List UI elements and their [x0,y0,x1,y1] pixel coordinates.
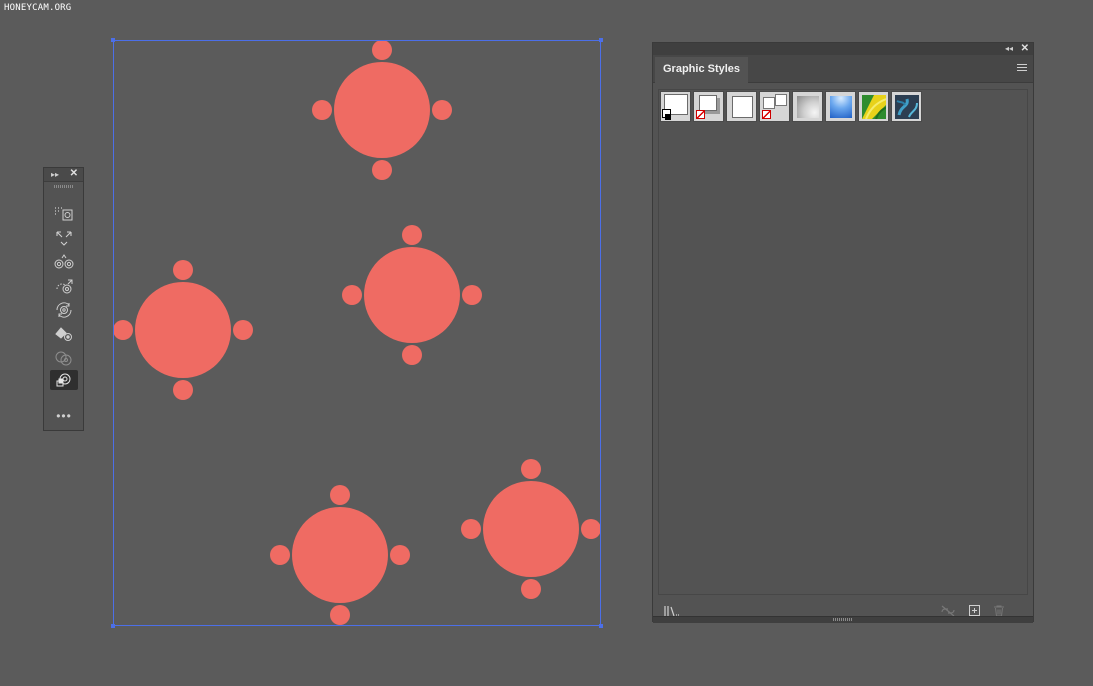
green-texture-style-swatch[interactable] [858,91,889,122]
panel-menu-icon[interactable] [1017,64,1027,72]
tab-graphic-styles[interactable]: Graphic Styles [655,57,749,83]
panel-tab-row: Graphic Styles [653,55,1033,83]
blue-gradient-style-swatch[interactable] [825,91,856,122]
collapse-panel-icon[interactable]: ▸▸ [51,169,59,180]
selection-handle-top-left[interactable] [111,38,115,42]
watermark-text: HONEYCAM.ORG [4,3,72,13]
selection-handle-bottom-right[interactable] [599,624,603,628]
graphic-styles-panel: ◂◂ ✕ Graphic Styles [652,42,1034,623]
default-graphic-style-swatch[interactable] [660,91,691,122]
tools-panel-header: ▸▸ ✕ [44,168,83,182]
panel-grip[interactable] [53,185,74,188]
panel-resize-grip[interactable] [653,616,1033,623]
split-style-swatch[interactable] [759,91,790,122]
teal-texture-style-swatch[interactable] [891,91,922,122]
drop-shadow-style-swatch[interactable] [693,91,724,122]
graphic-styles-tool-icon[interactable] [50,370,78,390]
selection-handle-top-right[interactable] [599,38,603,42]
plain-white-style-swatch[interactable] [726,91,757,122]
panel-title-bar[interactable]: ◂◂ ✕ [653,43,1033,55]
scale-selection-icon[interactable] [50,228,78,248]
blend-objects-icon[interactable] [50,252,78,272]
close-icon[interactable]: ✕ [70,168,78,180]
transparency-options-icon[interactable] [50,204,78,224]
collapse-panel-icon[interactable]: ◂◂ [1005,43,1013,55]
blend-mode-icon[interactable] [50,348,78,368]
grey-gradient-style-swatch[interactable] [792,91,823,122]
selection-bounding-box[interactable] [113,40,601,626]
selection-handle-bottom-left[interactable] [111,624,115,628]
close-icon[interactable]: ✕ [1021,43,1029,55]
tools-panel: ▸▸ ✕ ••• [43,167,84,431]
move-pattern-icon[interactable] [50,276,78,296]
graphic-styles-list [658,89,1028,595]
rotate-object-icon[interactable] [50,300,78,320]
more-tools-icon[interactable]: ••• [50,409,78,423]
paint-bucket-icon[interactable] [50,324,78,344]
